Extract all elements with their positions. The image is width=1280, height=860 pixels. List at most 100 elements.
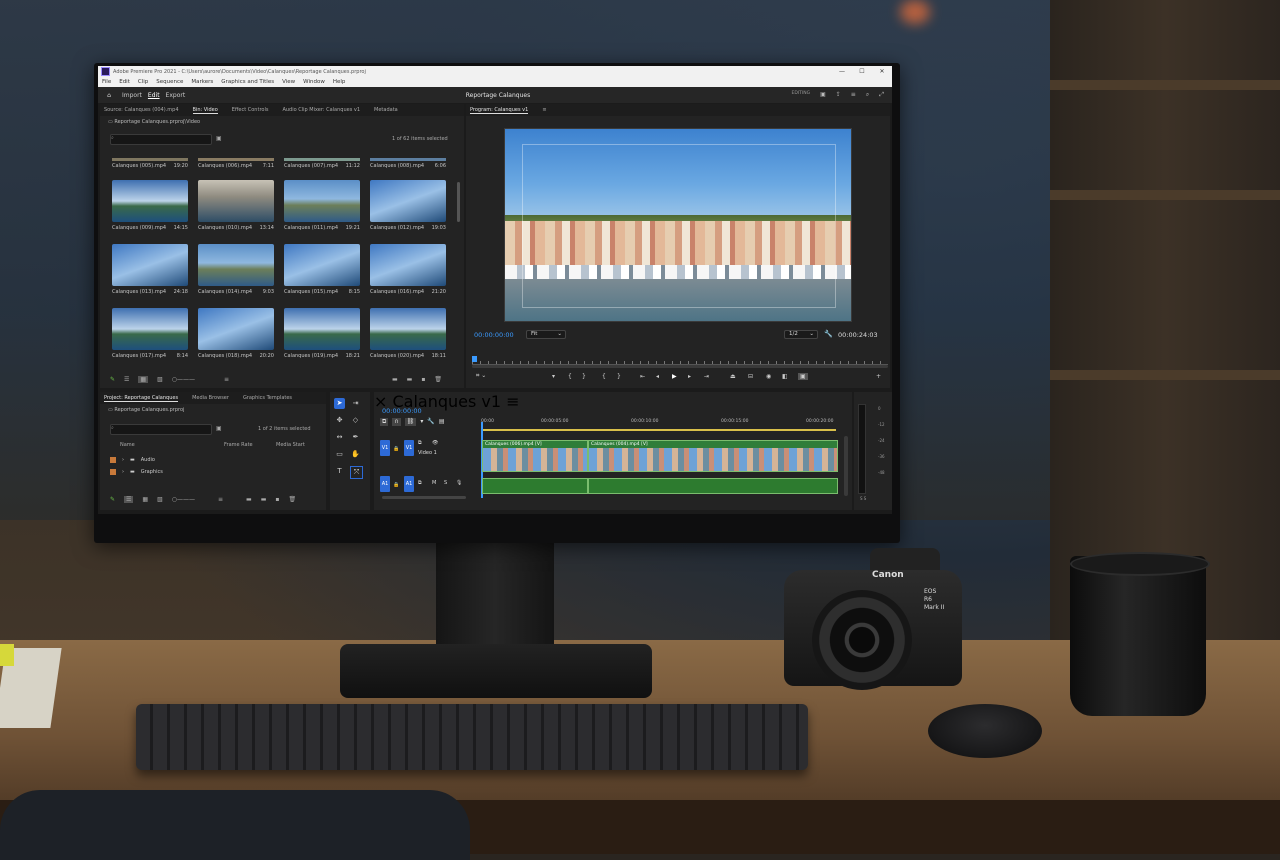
clip-thumbnail[interactable]: Calanques (011).mp4 19:21 xyxy=(284,180,360,231)
freeform-view-icon[interactable]: ▧ xyxy=(157,376,163,383)
program-zoom-bar[interactable] xyxy=(472,365,888,368)
new-bin-icon[interactable]: ▣ xyxy=(216,135,222,142)
program-video-frame[interactable] xyxy=(504,128,852,322)
timeline-vertical-scrollbar[interactable] xyxy=(844,436,848,496)
add-marker-icon[interactable]: ▾ xyxy=(420,418,423,426)
bin-scrollbar[interactable] xyxy=(457,182,460,222)
close-button[interactable]: ✕ xyxy=(872,68,892,75)
new-bin-icon[interactable]: ▬ xyxy=(392,376,398,383)
sort-icon[interactable]: ≡ xyxy=(218,496,223,503)
new-item-icon[interactable]: ▬ xyxy=(407,376,413,383)
list-view-icon[interactable]: ☰ xyxy=(124,376,129,383)
tab-graphics-templates[interactable]: Graphics Templates xyxy=(243,395,292,401)
add-marker-icon[interactable]: ▾ xyxy=(552,373,555,380)
timeline-clip-video[interactable]: Calanques (006).mp4 [V] xyxy=(482,440,588,472)
fit-track-icon[interactable]: ⤧ xyxy=(350,466,363,479)
wrench-icon[interactable]: 🔧 xyxy=(824,330,833,338)
razor-tool-icon[interactable]: ◇ xyxy=(350,415,361,426)
clip-thumbnail[interactable]: Calanques (020).mp4 18:11 xyxy=(370,308,446,359)
sync-lock-icon[interactable]: ⧉ xyxy=(418,440,422,446)
program-time-ruler[interactable] xyxy=(472,356,888,365)
step-back-icon[interactable]: ◂ xyxy=(656,373,659,380)
icon-view-icon[interactable]: ▦ xyxy=(142,496,148,503)
linked-selection-icon[interactable]: ⛓ xyxy=(404,418,417,426)
icon-view-icon[interactable]: ▦ xyxy=(138,376,149,383)
tab-metadata[interactable]: Metadata xyxy=(374,107,398,113)
go-to-out-icon[interactable]: } xyxy=(617,373,621,380)
sort-icon[interactable]: ≡ xyxy=(224,376,229,383)
ripple-edit-tool-icon[interactable]: ✥ xyxy=(334,415,345,426)
selection-tool-icon[interactable]: ➤ xyxy=(334,398,345,409)
resolution-dropdown[interactable]: 1/2 ⌄ xyxy=(784,330,818,339)
tab-effect-controls[interactable]: Effect Controls xyxy=(232,107,269,113)
work-area-bar[interactable] xyxy=(481,429,836,431)
new-bin-icon[interactable]: ▬ xyxy=(246,496,252,503)
zoom-slider[interactable]: ○——— xyxy=(172,376,195,383)
tab-source[interactable]: Source: Calanques (004).mp4 xyxy=(104,107,179,113)
timeline-settings-icon[interactable]: 🔧 xyxy=(427,418,434,426)
settings-icon[interactable]: ⌗ ⌄ xyxy=(476,372,486,380)
list-view-icon[interactable]: ☰ xyxy=(124,496,134,503)
snap-icon[interactable]: ∩ xyxy=(392,418,401,426)
menu-sequence[interactable]: Sequence xyxy=(156,79,183,85)
search-icon[interactable]: ⌕ xyxy=(866,91,869,99)
maximize-button[interactable]: ☐ xyxy=(852,68,872,75)
home-icon[interactable]: ⌂ xyxy=(102,92,116,99)
clip-thumbnail[interactable]: Calanques (014).mp4 9:03 xyxy=(198,244,274,295)
clip-thumbnail[interactable]: Calanques (015).mp4 8:15 xyxy=(284,244,360,295)
new-bin-icon[interactable]: ▣ xyxy=(216,425,222,432)
menu-graphics[interactable]: Graphics and Titles xyxy=(221,79,274,85)
timeline-clip-video[interactable]: Calanques (004).mp4 [V] xyxy=(588,440,838,472)
list-item[interactable]: › ▬ Audio xyxy=(110,454,314,466)
trash-icon[interactable]: 🗑 xyxy=(434,376,442,383)
go-to-out-point-icon[interactable]: ⇥ xyxy=(704,373,709,380)
tab-project[interactable]: Project: Reportage Calanques xyxy=(104,395,179,402)
project-search-input[interactable]: ⌕ xyxy=(110,424,212,435)
quick-export-icon[interactable]: ⇪ xyxy=(836,91,841,99)
timeline-ruler[interactable]: 00:00 00:00:05:00 00:00:10:00 00:00:15:0… xyxy=(481,419,836,427)
captions-icon[interactable]: ▤ xyxy=(439,418,445,426)
v1-track-target[interactable]: V1 xyxy=(404,440,414,456)
clip-thumbnail[interactable]: Calanques (016).mp4 21:20 xyxy=(370,244,446,295)
lock-icon[interactable]: 🔒 xyxy=(393,446,399,452)
timeline-clip-audio[interactable] xyxy=(588,478,838,494)
timeline-zoom-scrollbar[interactable] xyxy=(382,496,466,499)
col-media-start[interactable]: Media Start xyxy=(276,442,305,448)
panel-menu-icon[interactable]: ≡ xyxy=(542,107,546,113)
workspace-label[interactable]: EDITING xyxy=(792,91,811,99)
new-item-menu-icon[interactable]: ▪ xyxy=(421,376,425,383)
clip-thumbnail[interactable]: Calanques (009).mp4 14:15 xyxy=(112,180,188,231)
tab-bin-video[interactable]: Bin: Video xyxy=(192,107,218,114)
insert-nested-icon[interactable]: ⧉ xyxy=(380,418,389,426)
menu-clip[interactable]: Clip xyxy=(138,79,148,85)
col-name[interactable]: Name xyxy=(120,442,224,448)
v1-source-patch[interactable]: V1 xyxy=(380,440,390,456)
workspaces-icon[interactable]: ▣ xyxy=(820,91,826,99)
new-item-icon[interactable]: ▬ xyxy=(261,496,267,503)
pen-tool-icon[interactable]: ✒ xyxy=(350,432,361,443)
program-playhead[interactable] xyxy=(472,356,477,362)
clip-thumbnail[interactable]: Calanques (010).mp4 13:14 xyxy=(198,180,274,231)
tab-media-browser[interactable]: Media Browser xyxy=(192,395,229,401)
clip-thumbnail[interactable]: Calanques (018).mp4 20:20 xyxy=(198,308,274,359)
lock-icon[interactable]: 🔒 xyxy=(393,482,399,488)
sync-lock-icon[interactable]: ⧉ xyxy=(418,480,422,486)
solo-icon[interactable]: S xyxy=(444,480,447,486)
tab-export[interactable]: Export xyxy=(166,92,186,99)
a1-track-target[interactable]: A1 xyxy=(404,476,414,492)
go-to-in-icon[interactable]: { xyxy=(602,373,606,380)
tab-program[interactable]: Program: Calanques v1 xyxy=(470,107,529,114)
new-item-menu-icon[interactable]: ▪ xyxy=(275,496,279,503)
mark-out-icon[interactable]: } xyxy=(582,373,586,380)
panel-menu-icon[interactable]: ≡ xyxy=(506,392,519,411)
pencil-icon[interactable]: ✎ xyxy=(110,496,115,503)
a1-source-patch[interactable]: A1 xyxy=(380,476,390,492)
trash-icon[interactable]: 🗑 xyxy=(288,496,296,503)
program-current-timecode[interactable]: 00:00:00:00 xyxy=(474,331,514,339)
timeline-timecode[interactable]: 00:00:00:00 xyxy=(382,407,422,415)
tab-import[interactable]: Import xyxy=(122,92,142,99)
clip-thumbnail[interactable]: Calanques (019).mp4 18:21 xyxy=(284,308,360,359)
type-tool-icon[interactable]: T xyxy=(334,466,345,477)
fit-dropdown[interactable]: Fit ⌄ xyxy=(526,330,566,339)
slip-tool-icon[interactable]: ↔ xyxy=(334,432,345,443)
